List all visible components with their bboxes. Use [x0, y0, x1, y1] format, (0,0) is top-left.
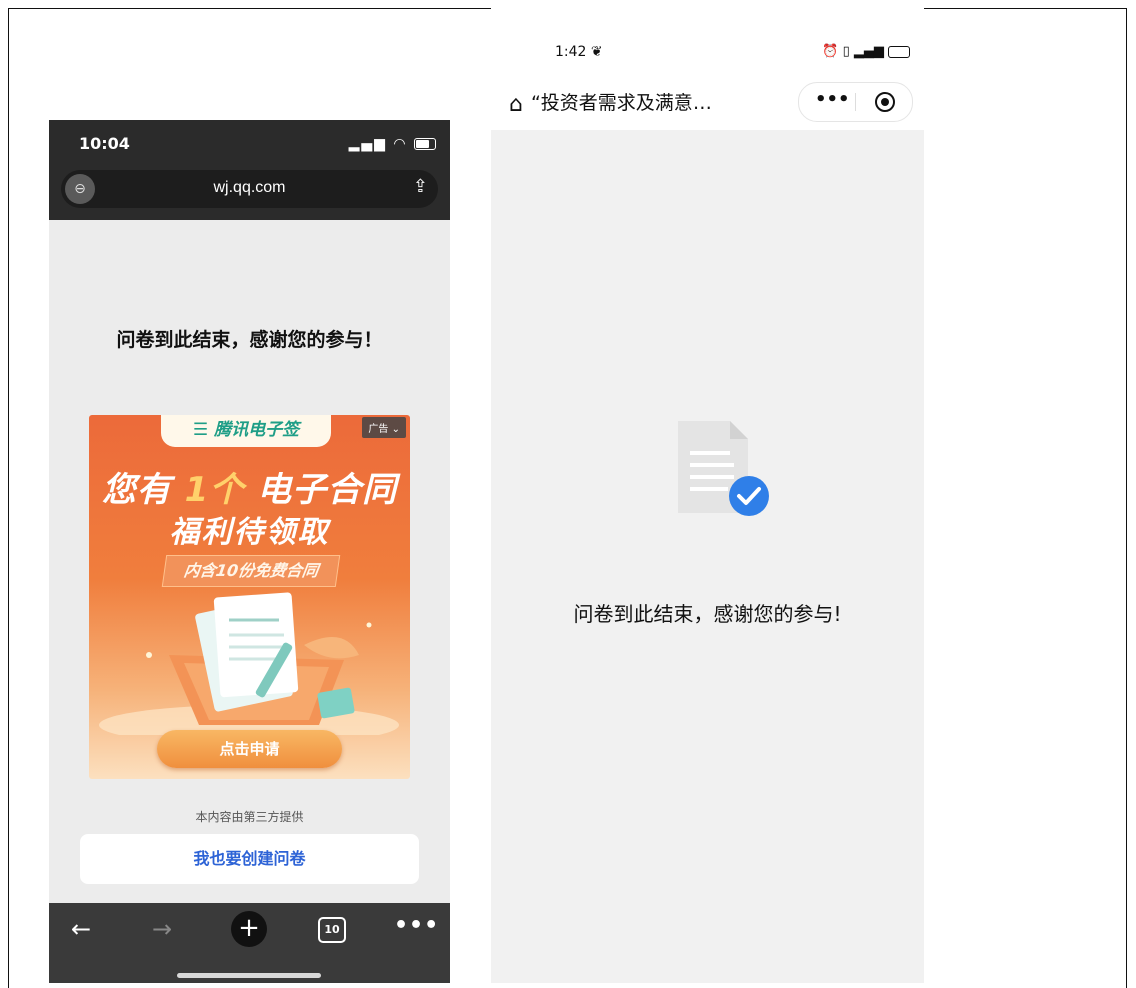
status-time: 1:42 ❦ [555, 44, 603, 60]
wifi-icon: ◠ [393, 136, 408, 152]
create-survey-button[interactable]: 我也要创建问卷 [80, 834, 419, 884]
ad-brand-label: 腾讯电子签 [214, 420, 300, 440]
alarm-icon: ⏰ [822, 44, 839, 59]
thanks-message: 问卷到此结束，感谢您的参与! [573, 602, 842, 626]
ad-badge-label: 广告 [368, 424, 389, 435]
ad-title-line2: 福利待领取 [169, 515, 330, 550]
home-indicator [177, 973, 321, 978]
browser-header: 10:04 ▂▄▆ ◠ ⊖ wj.qq.com ⇪ [49, 120, 450, 220]
capsule-menu: ••• [798, 82, 913, 122]
status-time: 10:04 [79, 134, 130, 153]
left-phone-browser: 10:04 ▂▄▆ ◠ ⊖ wj.qq.com ⇪ 问卷到此结束，感谢您的参与！… [49, 120, 450, 983]
signal-icon: ▂▄▆ [348, 136, 387, 152]
chevron-down-icon: ⌄ [391, 424, 400, 435]
provider-note: 本内容由第三方提供 [195, 810, 304, 824]
miniprogram-body: 问卷到此结束，感谢您的参与! [491, 130, 924, 983]
page-title: ⌂ “投资者需求及满意… [509, 88, 712, 117]
browser-toolbar: ← → + 10 ••• [49, 903, 450, 983]
page-title-text: “投资者需求及满意… [530, 92, 712, 114]
vibrate-icon: ▯ [842, 44, 850, 59]
brand-logo-icon: ☰ [192, 420, 215, 440]
home-icon[interactable]: ⌂ [509, 92, 523, 117]
status-icons: ⏰ ▯ ▂▄▆ [822, 44, 910, 59]
more-dots-icon[interactable]: ••• [815, 89, 850, 110]
document-check-icon [678, 421, 769, 516]
tabs-count-button[interactable]: 10 [318, 917, 346, 943]
url-text: wj.qq.com [213, 179, 286, 196]
close-target-icon[interactable] [875, 92, 895, 112]
ad-banner[interactable]: ☰ 腾讯电子签 广告 ⌄ 您有 1个 电子合同 福利待领取 内含10份免费合同 [89, 415, 410, 779]
gift-box-illustration [99, 592, 399, 735]
new-tab-plus-icon[interactable]: + [231, 911, 267, 947]
back-arrow-icon[interactable]: ← [71, 915, 91, 943]
miniprogram-header: 1:42 ❦ ⏰ ▯ ▂▄▆ ⌂ “投资者需求及满意… ••• [491, 8, 924, 130]
ad-subtitle: 内含10份免费合同 [161, 555, 341, 587]
ad-title-prefix: 您有 [101, 470, 172, 510]
battery-icon [414, 138, 436, 150]
right-phone-miniprogram: 1:42 ❦ ⏰ ▯ ▂▄▆ ⌂ “投资者需求及满意… ••• 问卷到此结束，感… [491, 8, 924, 983]
battery-icon [888, 45, 910, 58]
more-dots-icon[interactable]: ••• [394, 913, 439, 938]
ad-brand: ☰ 腾讯电子签 [161, 415, 331, 447]
thanks-message: 问卷到此结束，感谢您的参与！ [116, 329, 383, 351]
ad-badge[interactable]: 广告 ⌄ [362, 417, 406, 438]
ad-title-line1: 您有 1个 电子合同 [89, 462, 410, 511]
status-time-label: 1:42 [555, 44, 587, 60]
wechat-icon: ❦ [590, 44, 603, 60]
capsule-divider [855, 93, 856, 111]
apply-button[interactable]: 点击申请 [157, 730, 342, 768]
ad-title-suffix: 电子合同 [257, 470, 398, 510]
address-bar[interactable]: ⊖ wj.qq.com ⇪ [61, 170, 438, 208]
signal-icon: ▂▄▆ [853, 44, 884, 59]
share-icon[interactable]: ⇪ [413, 176, 428, 197]
status-icons: ▂▄▆ ◠ [349, 136, 436, 152]
ad-title-highlight: 1个 [184, 470, 245, 510]
forward-arrow-icon[interactable]: → [152, 915, 172, 943]
